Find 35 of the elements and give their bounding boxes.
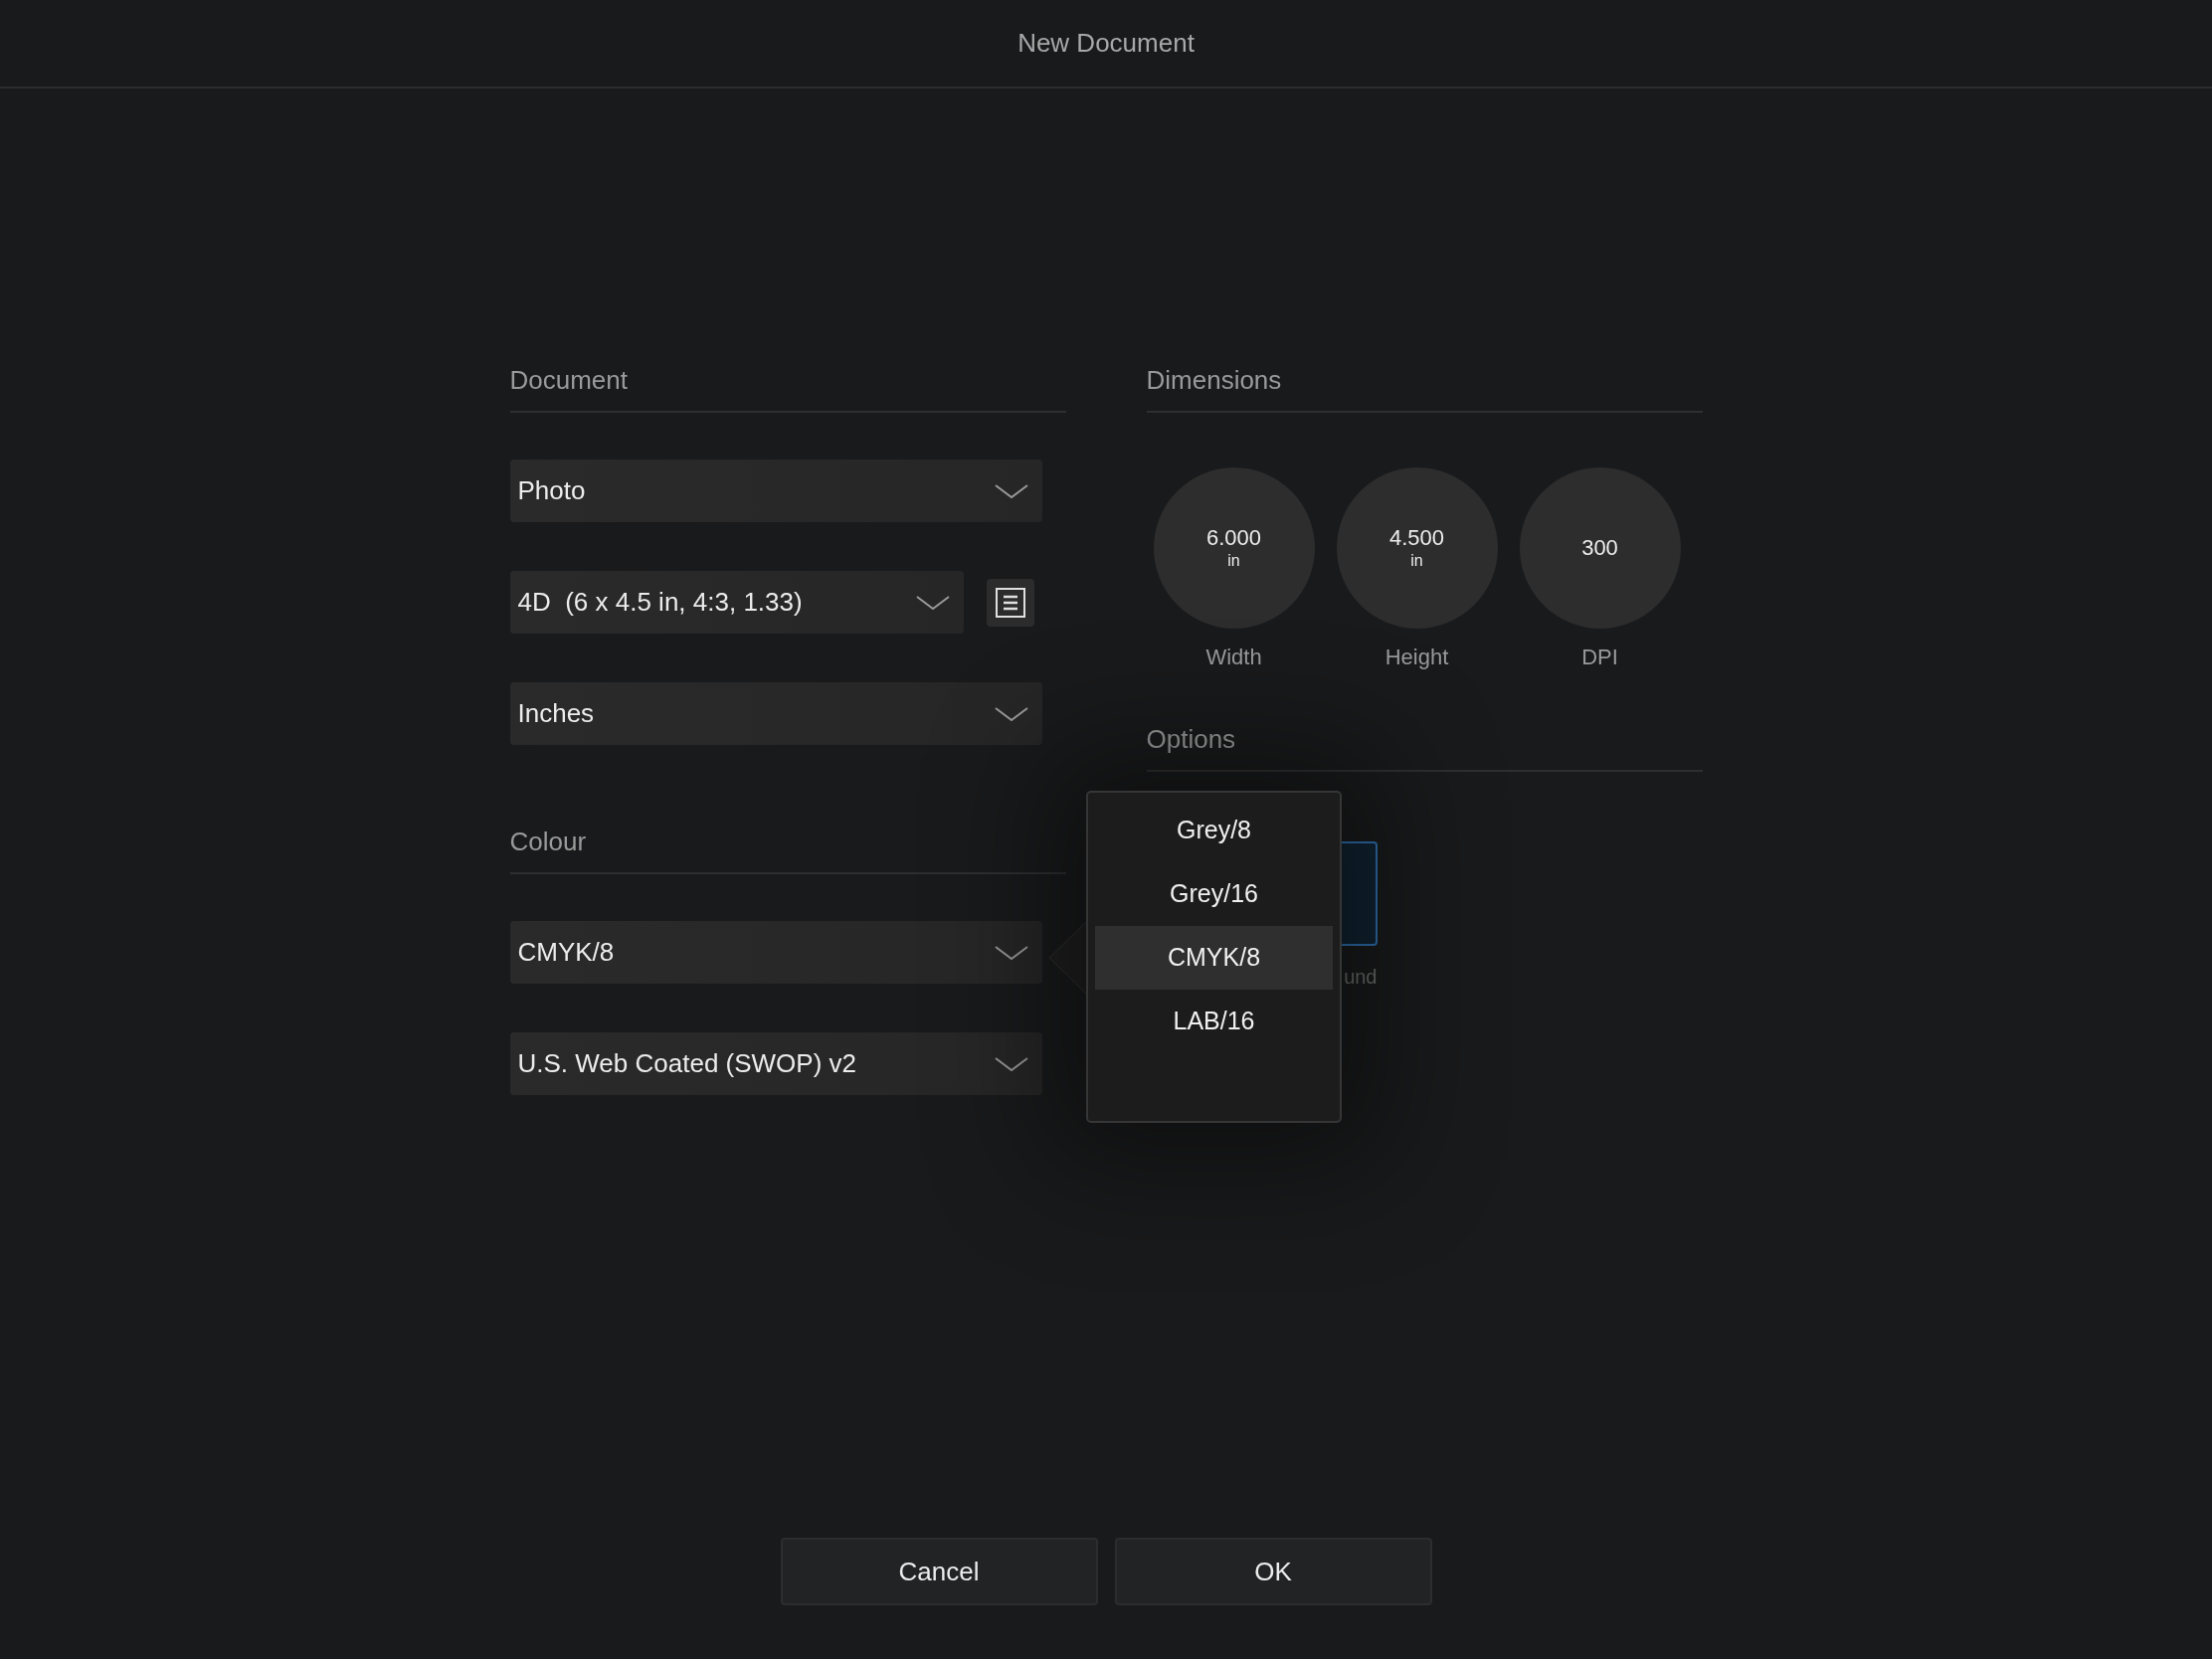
dial-label: Width xyxy=(1205,644,1262,671)
window-title: New Document xyxy=(1017,27,1195,60)
menu-item[interactable]: CMYK/8 xyxy=(1095,926,1333,990)
dialog-button[interactable]: Cancel xyxy=(780,1538,1098,1605)
list-icon xyxy=(995,587,1025,618)
dial-label: DPI xyxy=(1581,644,1618,671)
dialog-button[interactable]: OK xyxy=(1114,1538,1432,1605)
chevron-icon xyxy=(994,483,1028,498)
list-button[interactable] xyxy=(986,578,1034,627)
menu-item[interactable]: Grey/8 xyxy=(1095,799,1333,862)
dial-value: 300 xyxy=(1581,535,1618,561)
section-heading: Colour xyxy=(509,827,587,856)
chevron-icon xyxy=(994,706,1028,721)
swatch-label: und xyxy=(1344,965,1378,990)
dropdown[interactable]: Inches xyxy=(509,682,1042,745)
chevron-icon xyxy=(994,945,1028,960)
dial-unit: in xyxy=(1410,551,1423,571)
value-dial[interactable]: 4.500 in xyxy=(1336,467,1498,629)
chevron-icon xyxy=(994,1056,1028,1071)
dropdown[interactable]: CMYK/8 xyxy=(509,921,1042,984)
dropdown[interactable]: Photo xyxy=(509,460,1042,522)
chevron-icon xyxy=(915,595,950,610)
menu-item[interactable]: LAB/16 xyxy=(1095,990,1333,1053)
value-dial[interactable]: 6.000 in xyxy=(1153,467,1315,629)
menu-item[interactable]: Grey/16 xyxy=(1095,862,1333,926)
dial-value: 6.000 xyxy=(1205,525,1262,551)
dial-unit: in xyxy=(1227,551,1240,571)
dial-value: 4.500 xyxy=(1388,525,1445,551)
dial-label: Height xyxy=(1384,644,1449,671)
section-heading: Options xyxy=(1146,724,1236,754)
section-heading: Document xyxy=(509,365,628,395)
value-dial[interactable]: 300 xyxy=(1519,467,1681,629)
dropdown[interactable]: U.S. Web Coated (SWOP) v2 xyxy=(509,1032,1042,1095)
dropdown[interactable]: 4D (6 x 4.5 in, 4:3, 1.33) xyxy=(509,571,964,634)
section-heading: Dimensions xyxy=(1146,365,1282,395)
